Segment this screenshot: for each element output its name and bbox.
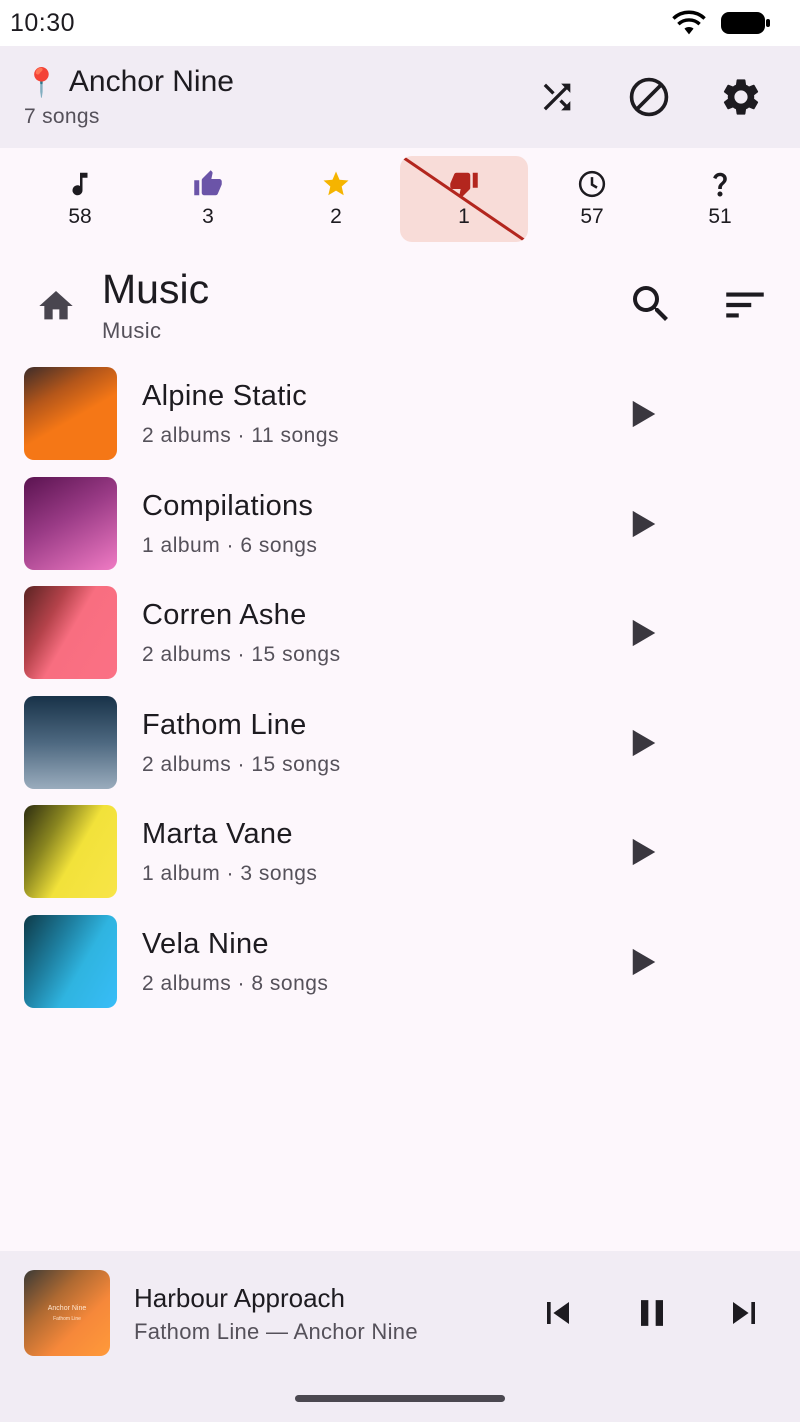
play-button[interactable] — [624, 942, 664, 982]
filter-count: 58 — [68, 205, 92, 228]
play-icon — [632, 839, 656, 866]
list-item[interactable]: Marta Vane 1 album · 3 songs — [0, 796, 800, 906]
list-item[interactable]: Corren Ashe 2 albums · 15 songs — [0, 577, 800, 687]
artist-thumbnail — [24, 695, 117, 789]
list-item[interactable]: Alpine Static 2 albums · 11 songs — [0, 358, 800, 468]
play-button[interactable] — [624, 613, 664, 653]
next-button[interactable] — [722, 1291, 766, 1340]
play-icon — [632, 729, 656, 756]
filter-liked[interactable]: 3 — [144, 156, 272, 242]
section-title: Music — [102, 266, 210, 312]
clock-icon — [578, 170, 606, 198]
gear-icon — [723, 79, 759, 115]
home-button[interactable] — [36, 286, 76, 331]
filter-count: 3 — [202, 205, 214, 228]
section-header: Music Music — [0, 262, 800, 352]
filter-count: 57 — [580, 205, 604, 228]
now-playing-artwork[interactable]: Anchor Nine Fathom Line — [24, 1270, 110, 1356]
artist-name: Corren Ashe — [142, 599, 307, 632]
list-item[interactable]: Vela Nine 2 albums · 8 songs — [0, 906, 800, 1016]
filter-count: 1 — [458, 205, 470, 228]
artist-meta: 2 albums · 15 songs — [142, 643, 341, 667]
artwork-subtitle: Fathom Line — [53, 1315, 81, 1322]
thumbs-up-icon — [194, 170, 222, 196]
artist-name: Marta Vane — [142, 818, 293, 851]
artist-list: Alpine Static 2 albums · 11 songs Compil… — [0, 358, 800, 1016]
play-button[interactable] — [624, 832, 664, 872]
previous-button[interactable] — [536, 1291, 580, 1340]
artist-thumbnail — [24, 914, 117, 1008]
filter-disliked[interactable]: 1 — [400, 156, 528, 242]
skip-next-icon — [733, 1302, 755, 1324]
status-bar: 10:30 — [0, 0, 800, 46]
filter-starred[interactable]: 2 — [272, 156, 400, 242]
playlist-title: Anchor Nine — [68, 65, 234, 98]
skip-previous-icon — [547, 1302, 569, 1324]
play-icon — [632, 400, 656, 428]
search-button[interactable] — [627, 280, 675, 333]
filter-bar: 58 3 2 1 57 51 — [16, 156, 784, 242]
filter-recent[interactable]: 57 — [528, 156, 656, 242]
gesture-handle[interactable] — [295, 1395, 505, 1402]
play-icon — [632, 620, 656, 647]
status-time: 10:30 — [10, 8, 76, 37]
list-item[interactable]: Fathom Line 2 albums · 15 songs — [0, 687, 800, 797]
music-note-icon — [72, 172, 88, 196]
artist-thumbnail — [24, 586, 117, 680]
top-app-bar: 📍 Anchor Nine 7 songs — [0, 46, 800, 148]
artist-name: Alpine Static — [142, 380, 308, 412]
playlist-header: 📍 Anchor Nine 7 songs — [24, 65, 234, 129]
artist-name: Fathom Line — [142, 708, 307, 741]
location-pin-icon: 📍 — [24, 66, 59, 98]
home-icon — [39, 291, 73, 320]
artist-meta: 2 albums · 15 songs — [142, 752, 341, 776]
pause-button[interactable] — [628, 1291, 676, 1340]
question-icon — [713, 172, 727, 197]
now-playing-bar[interactable]: Anchor Nine Fathom Line Harbour Approach… — [0, 1251, 800, 1422]
list-item[interactable]: Compilations 1 album · 6 songs — [0, 468, 800, 578]
artist-meta: 2 albums · 11 songs — [142, 424, 340, 447]
breadcrumb: Music — [102, 318, 162, 343]
play-icon — [632, 948, 656, 976]
playlist-song-count: 7 songs — [24, 105, 100, 128]
artist-thumbnail — [24, 367, 117, 460]
artist-thumbnail — [24, 476, 117, 570]
wifi-icon — [672, 10, 706, 35]
star-icon — [323, 171, 349, 196]
pause-icon — [641, 1300, 663, 1326]
artist-name: Vela Nine — [142, 927, 269, 960]
settings-button[interactable] — [716, 72, 766, 122]
now-playing-title: Harbour Approach — [134, 1283, 346, 1313]
thumbs-down-icon — [450, 172, 478, 198]
sort-button[interactable] — [720, 280, 770, 335]
search-icon — [633, 286, 668, 321]
block-icon — [629, 77, 669, 117]
filter-count: 51 — [708, 205, 732, 228]
artist-meta: 2 albums · 8 songs — [142, 971, 329, 995]
sort-icon — [726, 292, 764, 318]
artist-meta: 1 album · 6 songs — [142, 533, 318, 557]
filter-count: 2 — [330, 205, 342, 228]
play-icon — [632, 510, 656, 537]
block-button[interactable] — [624, 72, 674, 122]
artist-meta: 1 album · 3 songs — [142, 862, 318, 886]
play-button[interactable] — [624, 394, 664, 434]
artist-name: Compilations — [142, 489, 314, 522]
status-icons — [672, 10, 772, 36]
artwork-title: Anchor Nine — [47, 1304, 87, 1312]
play-button[interactable] — [624, 504, 664, 544]
shuffle-button[interactable] — [532, 72, 582, 122]
artist-thumbnail — [24, 805, 117, 899]
battery-icon — [721, 12, 770, 34]
filter-unrated[interactable]: 51 — [656, 156, 784, 242]
now-playing-subtitle: Fathom Line — Anchor Nine — [134, 1319, 418, 1344]
shuffle-icon — [543, 83, 571, 111]
play-button[interactable] — [624, 723, 664, 763]
filter-all-songs[interactable]: 58 — [16, 156, 144, 242]
